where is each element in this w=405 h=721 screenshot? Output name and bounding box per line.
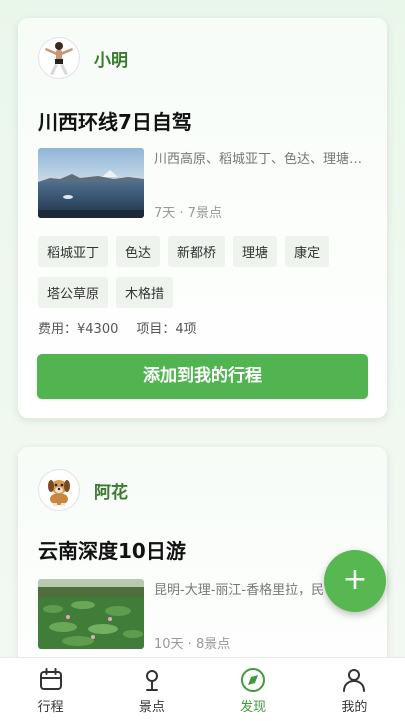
tab-itinerary[interactable]: 行程	[0, 658, 101, 721]
itinerary-thumbnail[interactable]	[38, 148, 144, 218]
spot-tags: 稻城亚丁 色达 新都桥 理塘 康定 塔公草原 木格措	[38, 236, 368, 318]
tab-label: 我的	[341, 700, 368, 715]
add-to-itinerary-button[interactable]: 添加到我的行程	[37, 354, 368, 399]
items-count: 项目：4项	[136, 322, 197, 337]
tab-mine[interactable]: 我的	[304, 658, 405, 721]
itinerary-meta: 10天 · 8景点	[154, 637, 231, 652]
itinerary-description: 川西高原、稻城亚丁、色达、理塘、康定	[154, 152, 364, 167]
bottom-tab-bar: 行程 景点 发现 我的	[0, 657, 405, 721]
calendar-icon	[39, 668, 62, 690]
tab-spots[interactable]: 景点	[101, 658, 202, 721]
itinerary-card[interactable]: 阿花 云南深度10日游 昆明-大理-丽江-香格里拉，民 10天 · 8景点	[18, 447, 387, 657]
itinerary-description: 昆明-大理-丽江-香格里拉，民	[154, 583, 325, 598]
lake-mountain-image	[38, 148, 144, 218]
location-pin-icon	[145, 670, 158, 691]
itinerary-title: 川西环线7日自驾	[38, 110, 192, 134]
lotus-pond-image	[38, 579, 144, 649]
spot-tag[interactable]: 木格措	[116, 277, 174, 308]
author-row[interactable]: 小明	[38, 37, 128, 79]
user-icon	[343, 669, 366, 692]
itinerary-card[interactable]: 小明 川西环线7日自驾 川西高原、稻城亚丁、色达、理塘、 7天 · 7景点 稻城…	[18, 18, 387, 418]
spot-tag[interactable]: 色达	[116, 236, 161, 267]
puppy-avatar-icon	[48, 480, 70, 506]
avatar[interactable]	[38, 37, 80, 79]
spot-tag[interactable]: 康定	[285, 236, 330, 267]
itinerary-title: 云南深度10日游	[38, 539, 186, 563]
martial-artist-avatar-icon	[45, 42, 73, 75]
author-row[interactable]: 阿花	[38, 469, 128, 511]
itinerary-meta: 7天 · 7景点	[154, 206, 222, 221]
spot-tag[interactable]: 理塘	[233, 236, 278, 267]
tab-label: 景点	[138, 700, 165, 715]
spot-tag[interactable]: 稻城亚丁	[38, 236, 109, 267]
compass-icon	[241, 668, 266, 692]
spot-tag[interactable]: 塔公草原	[38, 277, 109, 308]
author-name: 小明	[94, 50, 128, 71]
spot-tag[interactable]: 新都桥	[168, 236, 226, 267]
tab-label: 行程	[37, 700, 64, 715]
tab-discover[interactable]: 发现	[203, 658, 304, 721]
create-plan-button[interactable]: +	[324, 550, 386, 612]
author-name: 阿花	[94, 482, 128, 503]
avatar[interactable]	[38, 469, 80, 511]
cost-value: 费用：¥4300	[38, 322, 119, 337]
cost-summary: 费用：¥4300 项目：4项	[38, 318, 215, 337]
tab-label: 发现	[240, 700, 267, 715]
itinerary-thumbnail[interactable]	[38, 579, 144, 649]
